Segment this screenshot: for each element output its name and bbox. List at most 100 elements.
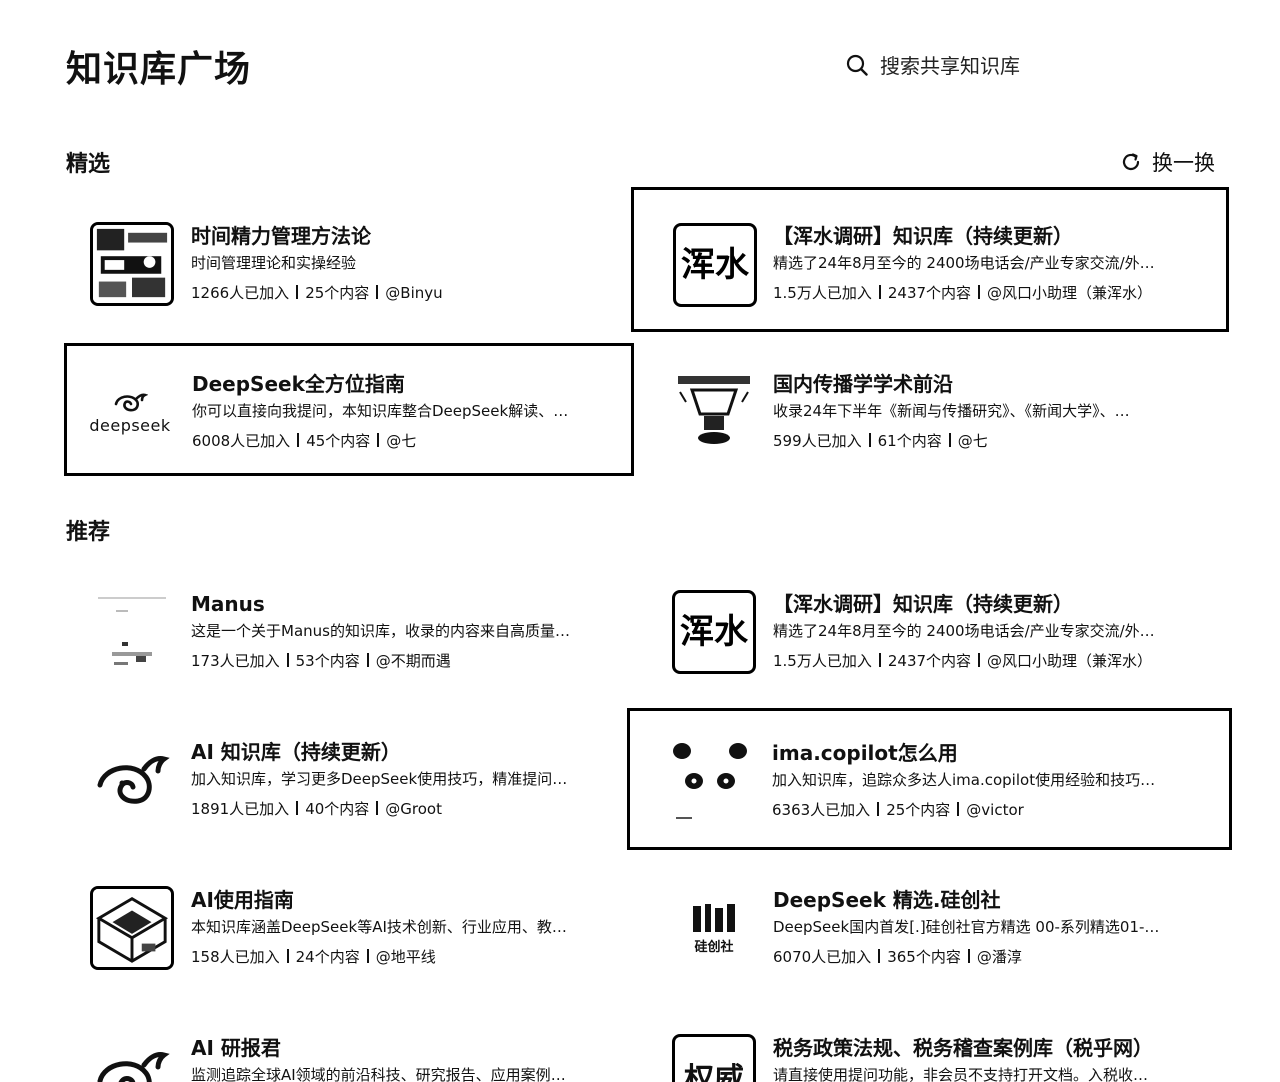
whale-icon — [90, 1034, 174, 1082]
content-count: 53个内容 — [295, 652, 360, 670]
meta-divider — [878, 285, 881, 299]
shuihu-logo-icon: 权威 — [672, 1034, 756, 1082]
search-box[interactable]: 搜索共享知识库 — [846, 50, 1020, 79]
hunshui-logo-icon: 浑水 — [673, 223, 757, 307]
card-meta: 6363人已加入 25个内容 @victor — [772, 799, 1227, 821]
joined-count: 1.5万人已加入 — [773, 284, 872, 302]
deepseek-logo-text: deepseek — [89, 415, 171, 435]
recommended-card-shuihu[interactable]: 权威 税务政策法规、税务稽查案例库（税乎网） 请直接使用提问功能，非会员不支持打… — [648, 1002, 1238, 1082]
card-description: 时间管理理论和实操经验 — [191, 254, 357, 272]
author-name[interactable]: @victor — [966, 801, 1024, 819]
meta-divider — [868, 433, 871, 447]
search-icon — [846, 54, 868, 76]
search-placeholder[interactable]: 搜索共享知识库 — [880, 50, 1020, 79]
content-count: 2437个内容 — [887, 284, 972, 302]
refresh-label: 换一换 — [1152, 151, 1215, 175]
content-count: 45个内容 — [306, 432, 371, 450]
whale-icon — [90, 738, 174, 822]
meta-divider — [978, 653, 981, 667]
author-name[interactable]: @七 — [958, 432, 988, 450]
card-title: AI使用指南 — [191, 888, 294, 912]
card-title: 国内传播学学术前沿 — [773, 372, 953, 396]
meta-divider — [366, 949, 369, 963]
card-title: Manus — [191, 592, 265, 616]
meta-divider — [878, 653, 881, 667]
document-preview-icon — [90, 590, 174, 674]
meta-divider — [286, 949, 289, 963]
featured-card-time-management[interactable]: 时间精力管理方法论 时间管理理论和实操经验 1266人已加入 25个内容 @Biny… — [66, 190, 656, 318]
author-name[interactable]: @风口小助理（兼浑水） — [987, 652, 1152, 670]
content-count: 24个内容 — [295, 948, 360, 966]
recommended-card-ima-copilot[interactable]: ima.copilot怎么用 加入知识库，追踪众多达人ima.copilot使用… — [627, 708, 1232, 850]
card-title: 税务政策法规、税务稽查案例库（税乎网） — [773, 1036, 1153, 1060]
recommended-card-ai-guide[interactable]: AI使用指南 本知识库涵盖DeepSeek等AI技术创新、行业应用、教… 158… — [66, 854, 656, 982]
meta-divider — [297, 433, 300, 447]
recommended-card-manus[interactable]: Manus 这是一个关于Manus的知识库，收录的内容来自高质量… 173人已加… — [66, 558, 656, 686]
card-description: 监测追踪全球AI领域的前沿科技、研究报告、应用案例… — [191, 1066, 566, 1082]
author-name[interactable]: @潘淳 — [977, 948, 1022, 966]
guichuangshe-logo-icon: 硅创社 — [672, 886, 756, 970]
card-meta: 1.5万人已加入 2437个内容 @风口小助理（兼浑水） — [773, 282, 1228, 304]
joined-count: 158人已加入 — [191, 948, 280, 966]
card-meta: 1.5万人已加入 2437个内容 @风口小助理（兼浑水） — [773, 650, 1228, 672]
recommended-section-title: 推荐 — [66, 520, 111, 545]
card-meta: 6070人已加入 365个内容 @潘淳 — [773, 946, 1228, 968]
featured-card-hunshui[interactable]: 浑水 【浑水调研】知识库（持续更新） 精选了24年8月至今的 2400场电话会/… — [631, 187, 1229, 332]
joined-count: 173人已加入 — [191, 652, 280, 670]
card-title: 时间精力管理方法论 — [191, 224, 371, 248]
joined-count: 1266人已加入 — [191, 284, 290, 302]
meta-divider — [957, 802, 960, 816]
card-meta: 158人已加入 24个内容 @地平线 — [191, 946, 646, 968]
featured-section-title: 精选 — [66, 152, 111, 177]
refresh-icon — [1122, 153, 1140, 171]
recommended-card-guichuangshe[interactable]: 硅创社 DeepSeek 精选.硅创社 DeepSeek国内首发[.]硅创社官方… — [648, 854, 1238, 982]
recommended-card-ai-research[interactable]: AI 研报君 监测追踪全球AI领域的前沿科技、研究报告、应用案例… — [66, 1002, 656, 1082]
card-meta: 1266人已加入 25个内容 @Binyu — [191, 282, 646, 304]
hunshui-logo-icon: 浑水 — [672, 590, 756, 674]
meta-divider — [948, 433, 951, 447]
hunshui-logo-text: 浑水 — [681, 245, 749, 285]
sketch-figure-icon — [672, 370, 756, 454]
recommended-card-ai-knowledge[interactable]: AI 知识库（持续更新） 加入知识库，学习更多DeepSeek使用技巧，精准提问… — [66, 706, 656, 834]
meta-divider — [377, 433, 380, 447]
meta-divider — [878, 949, 881, 963]
featured-card-communication-studies[interactable]: 国内传播学学术前沿 收录24年下半年《新闻与传播研究》、《新闻大学》、… 599… — [648, 338, 1238, 466]
deepseek-logo-icon: deepseek — [88, 370, 172, 454]
recommended-card-hunshui[interactable]: 浑水 【浑水调研】知识库（持续更新） 精选了24年8月至今的 2400场电话会/… — [648, 558, 1238, 686]
card-description: 你可以直接向我提问，本知识库整合DeepSeek解读、… — [192, 402, 569, 420]
author-name[interactable]: @风口小助理（兼浑水） — [987, 284, 1152, 302]
card-meta: 599人已加入 61个内容 @七 — [773, 430, 1228, 452]
panda-face-icon — [668, 739, 752, 823]
meta-divider — [296, 285, 299, 299]
card-description: 收录24年下半年《新闻与传播研究》、《新闻大学》、… — [773, 402, 1130, 420]
card-meta: 1891人已加入 40个内容 @Groot — [191, 798, 646, 820]
shuihu-logo-text: 权威 — [684, 1062, 744, 1082]
joined-count: 1891人已加入 — [191, 800, 290, 818]
card-description: 加入知识库，追踪众多达人ima.copilot使用经验和技巧… — [772, 771, 1156, 789]
refresh-button[interactable]: 换一换 — [1120, 147, 1215, 177]
author-name[interactable]: @Groot — [385, 800, 442, 818]
featured-card-deepseek-guide[interactable]: deepseek DeepSeek全方位指南 你可以直接向我提问，本知识库整合D… — [64, 343, 634, 476]
meta-divider — [366, 653, 369, 667]
meta-divider — [376, 801, 379, 815]
joined-count: 6070人已加入 — [773, 948, 872, 966]
card-description: 这是一个关于Manus的知识库，收录的内容来自高质量… — [191, 622, 570, 640]
card-description: 加入知识库，学习更多DeepSeek使用技巧，精准提问… — [191, 770, 568, 788]
joined-count: 6008人已加入 — [192, 432, 291, 450]
card-title: ima.copilot怎么用 — [772, 741, 958, 765]
card-meta: 6008人已加入 45个内容 @七 — [192, 430, 647, 452]
card-title: DeepSeek 精选.硅创社 — [773, 888, 1001, 912]
card-description: 精选了24年8月至今的 2400场电话会/产业专家交流/外… — [773, 254, 1155, 272]
meta-divider — [877, 802, 880, 816]
meta-divider — [978, 285, 981, 299]
logo-mark-icon — [693, 903, 735, 932]
author-name[interactable]: @Binyu — [385, 284, 442, 302]
author-name[interactable]: @地平线 — [376, 948, 436, 966]
card-meta: 173人已加入 53个内容 @不期而遇 — [191, 650, 646, 672]
content-count: 2437个内容 — [887, 652, 972, 670]
card-description: 请直接使用提问功能，非会员不支持打开文档。入税收… — [773, 1066, 1149, 1082]
author-name[interactable]: @不期而遇 — [376, 652, 451, 670]
meta-divider — [286, 653, 289, 667]
author-name[interactable]: @七 — [386, 432, 416, 450]
meta-divider — [296, 801, 299, 815]
